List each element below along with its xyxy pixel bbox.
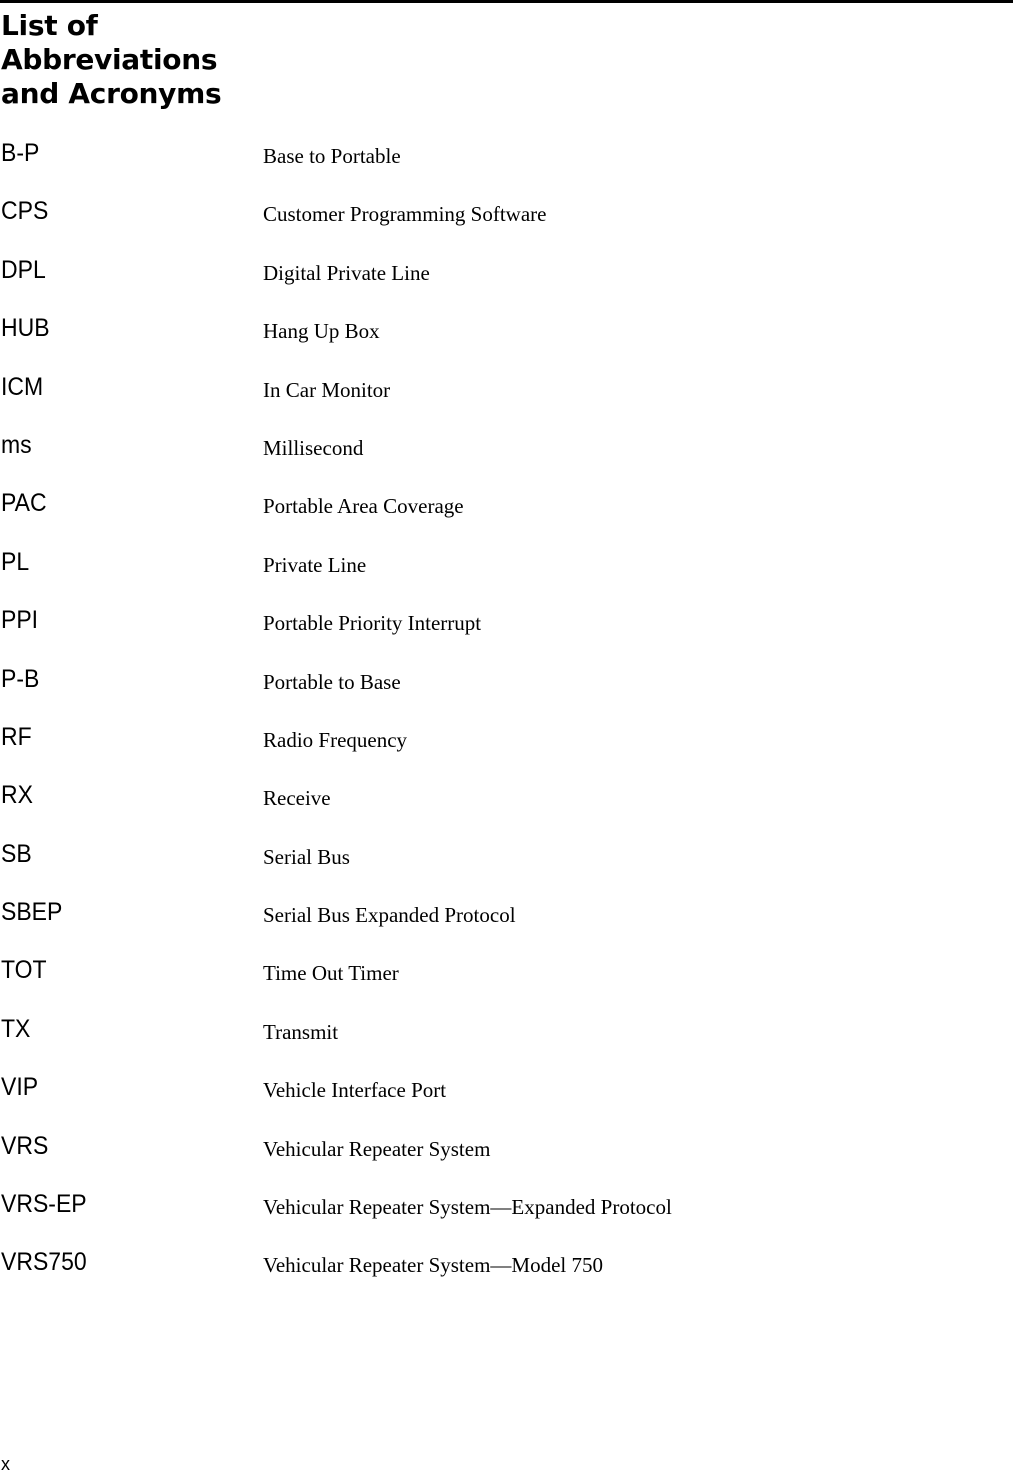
abbreviation-row: PPI Portable Priority Interrupt xyxy=(0,603,1013,661)
abbreviation-row: P-B Portable to Base xyxy=(0,662,1013,720)
abbreviation-row: TOT Time Out Timer xyxy=(0,953,1013,1011)
abbreviation-definition: Transmit xyxy=(263,1019,339,1044)
abbreviation-definition: Serial Bus xyxy=(263,844,350,869)
page-title: List of Abbreviations and Acronyms xyxy=(1,9,222,111)
abbreviation-definition: Vehicular Repeater System—Expanded Proto… xyxy=(263,1195,672,1220)
abbreviation-term: CPS xyxy=(1,197,49,226)
abbreviation-row: ms Millisecond xyxy=(0,428,1013,486)
page-number: x xyxy=(1,1454,10,1474)
abbreviation-definition: In Car Monitor xyxy=(263,377,391,402)
abbreviation-term: SB xyxy=(1,839,32,868)
title-line: List of xyxy=(1,9,98,42)
abbreviation-row: VRS-EP Vehicular Repeater System—Expanded… xyxy=(0,1187,1013,1245)
abbreviation-definition: Radio Frequency xyxy=(263,727,408,752)
abbreviation-term: PL xyxy=(1,547,30,576)
abbreviation-term: PPI xyxy=(1,606,39,635)
abbreviation-row: ICM In Car Monitor xyxy=(0,370,1013,428)
abbreviation-row: B-P Base to Portable xyxy=(0,136,1013,194)
abbreviation-row: SB Serial Bus xyxy=(0,837,1013,895)
abbreviation-term: DPL xyxy=(1,255,46,284)
abbreviation-term: PAC xyxy=(1,489,47,518)
abbreviation-term: SBEP xyxy=(1,898,63,927)
abbreviation-row: RF Radio Frequency xyxy=(0,720,1013,778)
abbreviation-term: VRS-EP xyxy=(1,1190,87,1219)
abbreviation-definition: Vehicular Repeater System—Model 750 xyxy=(263,1253,603,1278)
abbreviation-term: B-P xyxy=(1,139,40,167)
abbreviation-definition: Serial Bus Expanded Protocol xyxy=(263,903,516,928)
abbreviation-definition: Private Line xyxy=(263,552,367,577)
abbreviation-term: ms xyxy=(1,430,32,459)
abbreviation-definition: Portable to Base xyxy=(263,669,401,694)
abbreviation-definition: Vehicular Repeater System xyxy=(263,1136,491,1161)
abbreviation-term: P-B xyxy=(1,664,40,693)
abbreviation-term: VRS750 xyxy=(1,1248,87,1277)
abbreviation-definition: Time Out Timer xyxy=(263,961,399,986)
abbreviation-row: VIP Vehicle Interface Port xyxy=(0,1070,1013,1128)
abbreviation-row: RX Receive xyxy=(0,778,1013,836)
abbreviation-row: DPL Digital Private Line xyxy=(0,253,1013,311)
title-line: and Acronyms xyxy=(1,77,222,110)
abbreviation-row: TX Transmit xyxy=(0,1012,1013,1070)
abbreviation-row: VRS Vehicular Repeater System xyxy=(0,1129,1013,1187)
title-line: Abbreviations xyxy=(1,43,218,76)
abbreviation-term: RX xyxy=(1,781,33,810)
abbreviation-term: TX xyxy=(1,1014,31,1043)
abbreviation-term: RF xyxy=(1,722,32,751)
abbreviation-definition: Receive xyxy=(263,786,331,811)
abbreviation-definition: Portable Priority Interrupt xyxy=(263,611,482,636)
abbreviation-term: TOT xyxy=(1,956,47,985)
abbreviation-definition: Customer Programming Software xyxy=(263,202,547,227)
abbreviation-term: VIP xyxy=(1,1073,39,1102)
abbreviation-row: PAC Portable Area Coverage xyxy=(0,486,1013,544)
abbreviation-row: HUB Hang Up Box xyxy=(0,311,1013,369)
abbreviation-term: VRS xyxy=(1,1131,49,1160)
top-rule xyxy=(0,0,1013,3)
abbreviation-row: VRS750 Vehicular Repeater System—Model 75… xyxy=(0,1245,1013,1303)
abbreviation-definition: Base to Portable xyxy=(263,144,401,168)
abbreviation-row: SBEP Serial Bus Expanded Protocol xyxy=(0,895,1013,953)
abbreviation-row: PL Private Line xyxy=(0,545,1013,603)
abbreviation-definition: Vehicle Interface Port xyxy=(263,1078,447,1103)
abbreviation-row: CPS Customer Programming Software xyxy=(0,194,1013,252)
abbreviation-list: B-P Base to Portable CPS Customer Programmi… xyxy=(0,136,1013,1304)
abbreviation-definition: Hang Up Box xyxy=(263,319,380,344)
abbreviation-definition: Digital Private Line xyxy=(263,260,430,285)
abbreviation-term: HUB xyxy=(1,314,50,343)
abbreviation-term: ICM xyxy=(1,372,44,401)
abbreviation-definition: Millisecond xyxy=(263,435,364,460)
abbreviation-definition: Portable Area Coverage xyxy=(263,494,464,519)
